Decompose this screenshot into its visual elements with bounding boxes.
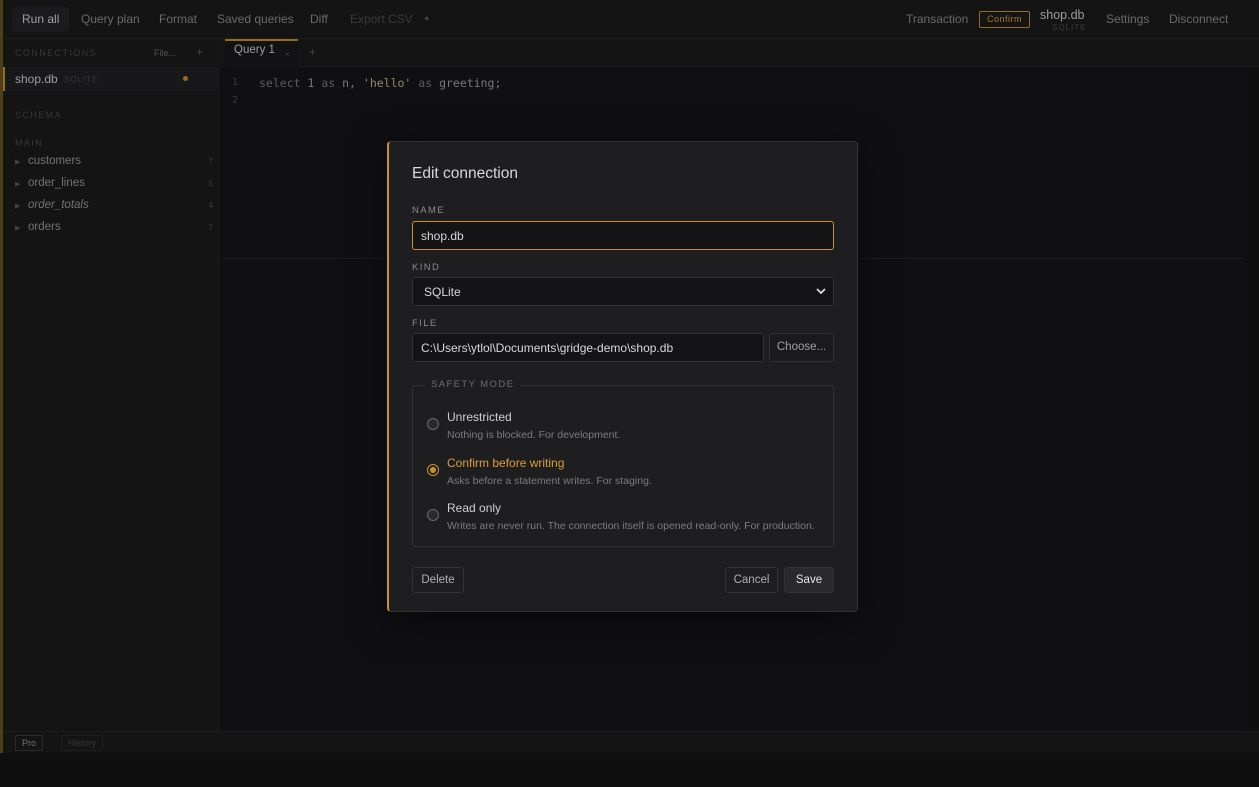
safety-mode-legend: SAFETY MODE [425, 379, 521, 390]
kind-field-label: KIND [412, 262, 441, 273]
name-field-label: NAME [412, 205, 446, 216]
selected-kind: SQLite [424, 285, 461, 299]
choose-file-button[interactable]: Choose... [769, 333, 834, 362]
dialog-title: Edit connection [412, 165, 518, 182]
chevron-down-icon [816, 288, 826, 295]
connection-kind-select[interactable]: SQLite [412, 277, 834, 306]
connection-name-input[interactable] [412, 221, 834, 250]
delete-button[interactable]: Delete [412, 567, 464, 593]
option-title: Read only [447, 501, 502, 515]
radio-unrestricted[interactable] [427, 418, 439, 430]
file-field-label: FILE [412, 318, 438, 329]
option-title: Unrestricted [447, 410, 512, 424]
option-description: Writes are never run. The connection its… [447, 520, 815, 532]
option-description: Nothing is blocked. For development. [447, 429, 621, 441]
safety-option-unrestricted[interactable]: Unrestricted Nothing is blocked. For dev… [427, 410, 827, 446]
cancel-button[interactable]: Cancel [725, 567, 778, 593]
save-button[interactable]: Save [784, 567, 834, 593]
edit-connection-dialog: Edit connection NAME KIND SQLite FILE Ch… [387, 141, 858, 612]
option-description: Asks before a statement writes. For stag… [447, 475, 652, 487]
radio-read-only[interactable] [427, 509, 439, 521]
radio-confirm-before-writing[interactable] [427, 464, 439, 476]
file-path-input[interactable] [412, 333, 764, 362]
safety-option-confirm[interactable]: Confirm before writing Asks before a sta… [427, 456, 827, 492]
option-title: Confirm before writing [447, 456, 565, 470]
safety-option-read-only[interactable]: Read only Writes are never run. The conn… [427, 501, 827, 537]
safety-mode-group: SAFETY MODE Unrestricted Nothing is bloc… [412, 379, 834, 547]
